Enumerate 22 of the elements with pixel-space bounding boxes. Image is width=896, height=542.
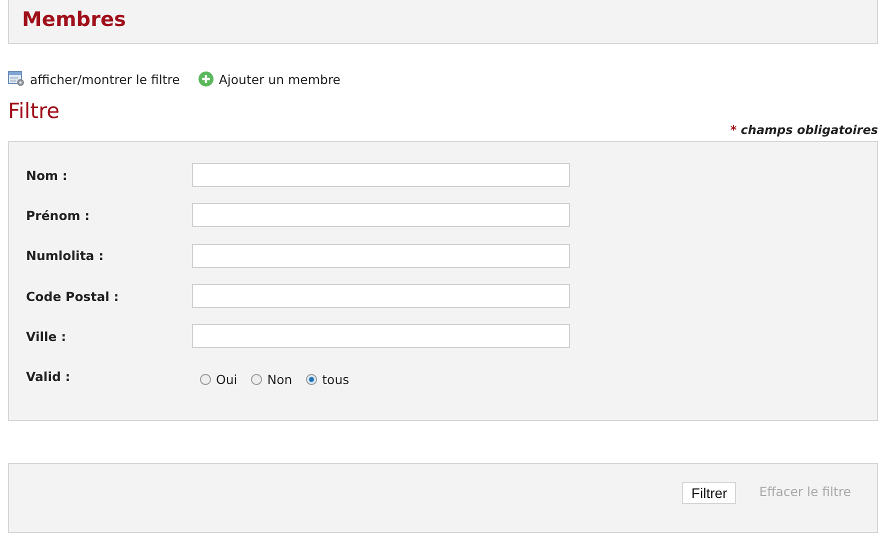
add-member-link[interactable]: Ajouter un membre xyxy=(198,71,340,87)
add-icon xyxy=(198,71,214,87)
input-field[interactable] xyxy=(192,324,570,348)
field-label: Numlolita : xyxy=(26,248,105,264)
input-field[interactable] xyxy=(192,203,570,228)
table-gear-icon xyxy=(8,71,25,87)
page-title: Membres xyxy=(22,6,126,30)
radio-option[interactable]: Non xyxy=(251,372,292,388)
field-label: Valid : xyxy=(26,369,72,384)
field-label: Code Postal : xyxy=(26,288,120,304)
filter-button[interactable]: Filtrer xyxy=(682,482,736,504)
radio-option[interactable]: Oui xyxy=(200,372,238,388)
input-field[interactable] xyxy=(192,163,570,188)
field-label: Nom : xyxy=(26,168,68,183)
field-label: Ville : xyxy=(26,328,68,344)
field-label: Prénom : xyxy=(26,208,91,223)
toggle-filter-link[interactable]: afficher/montrer le filtre xyxy=(8,71,180,87)
input-field[interactable] xyxy=(192,284,570,308)
required-note: * champs obligatoires xyxy=(730,123,878,137)
input-field[interactable] xyxy=(192,244,570,268)
section-title: Filtre xyxy=(8,99,61,123)
radio-option[interactable]: tous xyxy=(306,372,350,388)
